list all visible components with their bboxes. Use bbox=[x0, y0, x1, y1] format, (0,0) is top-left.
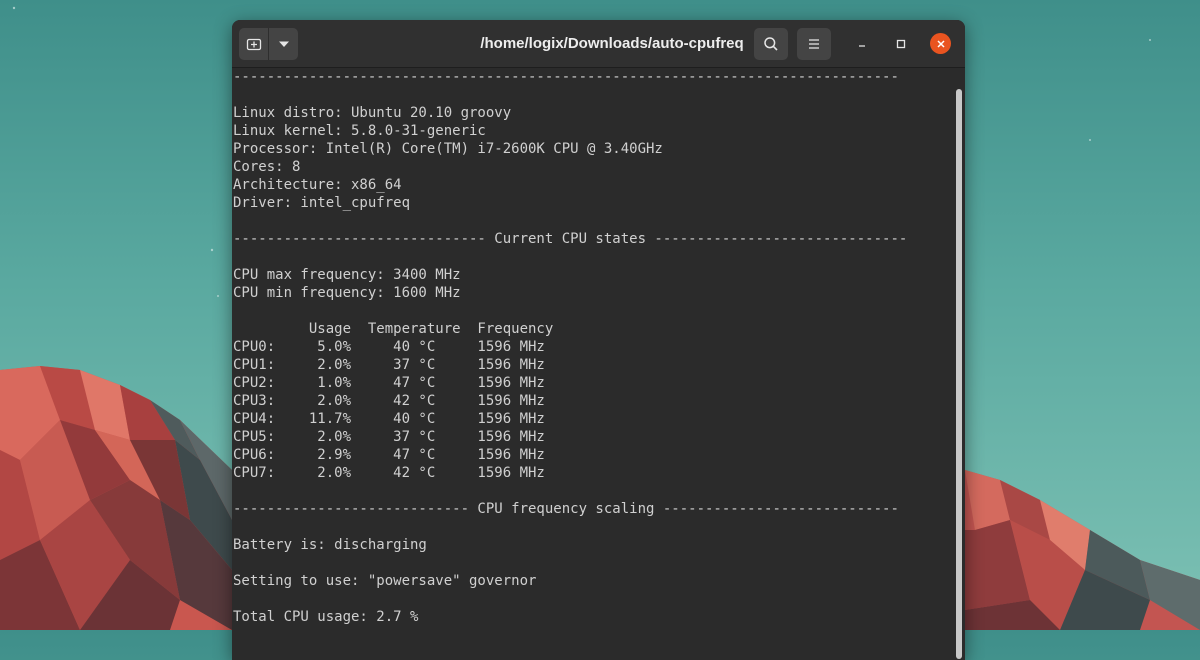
new-tab-button-group[interactable] bbox=[239, 28, 298, 60]
terminal-line: CPU2: 1.0% 47 °C 1596 MHz bbox=[233, 375, 545, 391]
terminal-line: Driver: intel_cpufreq bbox=[233, 195, 411, 211]
hamburger-menu-icon bbox=[809, 39, 819, 49]
terminal-line: Usage Temperature Frequency bbox=[233, 321, 554, 337]
terminal-line: CPU min frequency: 1600 MHz bbox=[233, 285, 461, 301]
search-button[interactable] bbox=[754, 28, 788, 60]
terminal-line: ----------------------------------------… bbox=[233, 69, 899, 85]
window-title: /home/logix/Downloads/auto-cpufreq bbox=[480, 35, 744, 52]
terminal-line: Setting to use: "powersave" governor bbox=[233, 573, 537, 589]
new-tab-button[interactable] bbox=[239, 28, 268, 60]
terminal-line: Battery is: discharging bbox=[233, 537, 427, 553]
main-menu-button[interactable] bbox=[797, 28, 831, 60]
minimize-button[interactable] bbox=[850, 32, 874, 56]
tab-options-dropdown[interactable] bbox=[269, 28, 298, 60]
search-icon bbox=[764, 37, 778, 51]
terminal-line: Linux distro: Ubuntu 20.10 groovy bbox=[233, 105, 512, 121]
maximize-button[interactable] bbox=[889, 32, 913, 56]
close-button[interactable] bbox=[930, 33, 951, 54]
terminal-line: CPU7: 2.0% 42 °C 1596 MHz bbox=[233, 465, 545, 481]
header-bar[interactable]: /home/logix/Downloads/auto-cpufreq bbox=[232, 20, 965, 68]
terminal-line: ------------------------------ Current C… bbox=[233, 231, 908, 247]
minimize-icon bbox=[859, 45, 865, 47]
close-icon bbox=[936, 39, 945, 48]
terminal-line: ---------------------------- CPU frequen… bbox=[233, 501, 899, 517]
terminal-line: CPU0: 5.0% 40 °C 1596 MHz bbox=[233, 339, 545, 355]
terminal-line: CPU5: 2.0% 37 °C 1596 MHz bbox=[233, 429, 545, 445]
terminal-line: CPU1: 2.0% 37 °C 1596 MHz bbox=[233, 357, 545, 373]
terminal-line: CPU3: 2.0% 42 °C 1596 MHz bbox=[233, 393, 545, 409]
chevron-down-icon bbox=[278, 41, 289, 47]
terminal-line: Architecture: x86_64 bbox=[233, 177, 402, 193]
terminal-line: CPU4: 11.7% 40 °C 1596 MHz bbox=[233, 411, 545, 427]
mountain-right bbox=[965, 470, 1200, 630]
terminal-line: CPU max frequency: 3400 MHz bbox=[233, 267, 461, 283]
terminal-window[interactable]: /home/logix/Downloads/auto-cpufreq -----… bbox=[232, 20, 965, 660]
terminal-scrollbar[interactable] bbox=[956, 89, 962, 659]
terminal-line: Total CPU usage: 2.7 % bbox=[233, 609, 419, 625]
terminal-line: Processor: Intel(R) Core(TM) i7-2600K CP… bbox=[233, 141, 663, 157]
terminal-line: CPU6: 2.9% 47 °C 1596 MHz bbox=[233, 447, 545, 463]
new-tab-icon bbox=[246, 38, 261, 51]
terminal-line: Linux kernel: 5.8.0-31-generic bbox=[233, 123, 486, 139]
mountain-left bbox=[0, 366, 232, 630]
terminal-line: Cores: 8 bbox=[233, 159, 301, 175]
terminal-output[interactable]: ----------------------------------------… bbox=[232, 68, 955, 660]
maximize-icon bbox=[896, 39, 906, 49]
